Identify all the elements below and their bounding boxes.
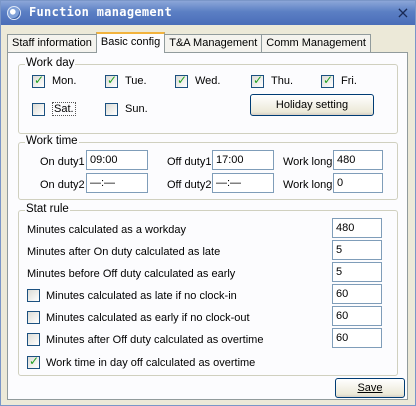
saturday-checkbox[interactable] bbox=[32, 103, 45, 116]
no-clock-out-checkbox[interactable] bbox=[27, 311, 40, 324]
off-duty2-label: Off duty2 bbox=[167, 179, 212, 191]
stat-rule-input-no-clock-in[interactable]: 60 bbox=[332, 284, 382, 304]
thursday-checkbox[interactable] bbox=[251, 73, 264, 88]
tab-comm-management[interactable]: Comm Management bbox=[261, 34, 371, 53]
title-bar[interactable]: Function management × bbox=[1, 1, 415, 25]
work-long1-label: Work long bbox=[283, 156, 333, 168]
tab-ta-management[interactable]: T&A Management bbox=[164, 34, 263, 53]
stat-rule-label-no-clock-out: Minutes calculated as early if no clock-… bbox=[46, 312, 250, 324]
stat-rule-label-late: Minutes after On duty calculated as late bbox=[27, 246, 221, 258]
stat-rule-input-workday[interactable]: 480 bbox=[332, 218, 382, 238]
app-logo-icon bbox=[7, 6, 21, 20]
stat-rule-group: Stat rule Minutes calculated as a workda… bbox=[18, 203, 398, 376]
overtime-checkbox[interactable] bbox=[27, 333, 40, 346]
tab-staff-information[interactable]: Staff information bbox=[7, 34, 97, 53]
stat-rule-label-early: Minutes before Off duty calculated as ea… bbox=[27, 268, 236, 280]
friday-checkbox[interactable] bbox=[321, 73, 334, 88]
stat-rule-input-no-clock-out[interactable]: 60 bbox=[332, 306, 382, 326]
friday-label: Fri. bbox=[341, 75, 357, 87]
stat-rule-input-early[interactable]: 5 bbox=[332, 262, 382, 282]
dayoff-overtime-label: Work time in day off calculated as overt… bbox=[46, 357, 256, 369]
tuesday-checkbox[interactable] bbox=[105, 73, 118, 88]
stat-rule-legend: Stat rule bbox=[25, 203, 70, 215]
work-long2-input[interactable]: 0 bbox=[333, 173, 383, 193]
holiday-setting-button[interactable]: Holiday setting bbox=[250, 94, 374, 116]
save-button-label: Save bbox=[357, 382, 383, 394]
off-duty1-label: Off duty1 bbox=[167, 156, 212, 168]
sunday-label: Sun. bbox=[125, 103, 148, 115]
no-clock-in-checkbox[interactable] bbox=[27, 289, 40, 302]
stat-rule-label-workday: Minutes calculated as a workday bbox=[27, 224, 186, 236]
on-duty1-label: On duty1 bbox=[40, 156, 85, 168]
stat-rule-input-late[interactable]: 5 bbox=[332, 240, 382, 260]
off-duty2-input[interactable]: —:— bbox=[212, 173, 274, 193]
work-time-legend: Work time bbox=[25, 135, 79, 147]
tab-basic-config[interactable]: Basic config bbox=[95, 32, 166, 53]
save-button[interactable]: Save bbox=[335, 378, 405, 398]
thursday-label: Thu. bbox=[271, 75, 294, 87]
tuesday-label: Tue. bbox=[125, 75, 147, 87]
close-icon[interactable]: × bbox=[393, 2, 413, 24]
dayoff-overtime-checkbox[interactable] bbox=[27, 354, 40, 369]
saturday-label: Sat. bbox=[52, 102, 76, 116]
stat-rule-label-overtime: Minutes after Off duty calculated as ove… bbox=[46, 334, 264, 346]
wednesday-checkbox[interactable] bbox=[175, 73, 188, 88]
stat-rule-input-overtime[interactable]: 60 bbox=[332, 328, 382, 348]
on-duty2-label: On duty2 bbox=[40, 179, 85, 191]
function-management-window: Function management × Staff information … bbox=[0, 0, 416, 406]
monday-label: Mon. bbox=[52, 75, 77, 87]
tab-bar: Staff information Basic config T&A Manag… bbox=[7, 32, 371, 53]
work-time-group: Work time On duty1 09:00 Off duty1 17:00… bbox=[18, 135, 398, 200]
off-duty1-input[interactable]: 17:00 bbox=[212, 150, 274, 170]
on-duty2-input[interactable]: —:— bbox=[86, 173, 148, 193]
basic-config-panel: Work day Mon. Tue. Wed. Thu. Fri. Sat. S… bbox=[7, 52, 408, 400]
wednesday-label: Wed. bbox=[195, 75, 221, 87]
work-long1-input[interactable]: 480 bbox=[333, 150, 383, 170]
work-day-legend: Work day bbox=[25, 57, 76, 69]
work-day-group: Work day Mon. Tue. Wed. Thu. Fri. Sat. S… bbox=[18, 57, 398, 134]
stat-rule-label-no-clock-in: Minutes calculated as late if no clock-i… bbox=[46, 290, 237, 302]
sunday-checkbox[interactable] bbox=[105, 103, 118, 116]
work-long2-label: Work long bbox=[283, 179, 333, 191]
on-duty1-input[interactable]: 09:00 bbox=[86, 150, 148, 170]
monday-checkbox[interactable] bbox=[32, 73, 45, 88]
window-title: Function management bbox=[29, 5, 172, 19]
